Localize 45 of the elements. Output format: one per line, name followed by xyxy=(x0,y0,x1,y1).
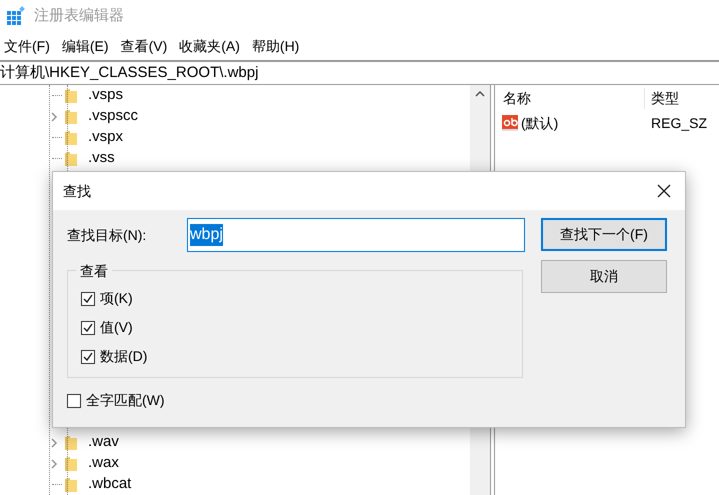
value-type: REG_SZ xyxy=(650,114,708,133)
dialog-button[interactable]: 取消 xyxy=(541,260,667,293)
column-header[interactable]: 名称 xyxy=(495,88,645,108)
menu-item[interactable]: 帮助(H) xyxy=(252,36,300,56)
find-target-field[interactable]: wbpj xyxy=(187,218,525,252)
option-label[interactable]: 全字匹配(W) xyxy=(86,390,165,411)
option-label[interactable]: 数据(D) xyxy=(100,346,148,367)
folder-icon xyxy=(64,108,78,124)
folder-icon xyxy=(64,88,78,104)
tree-item[interactable]: .vss xyxy=(88,147,115,170)
checkbox[interactable] xyxy=(81,320,95,334)
option-label[interactable]: 项(K) xyxy=(100,288,133,309)
menu-item[interactable]: 编辑(E) xyxy=(62,36,109,56)
tree-item[interactable]: .vsps xyxy=(88,84,124,107)
menu-item[interactable]: 查看(V) xyxy=(120,36,168,56)
field-label: 查找目标(N): xyxy=(67,226,148,245)
registry-editor-icon xyxy=(6,6,26,26)
checkbox[interactable] xyxy=(67,394,81,408)
folder-icon xyxy=(64,130,78,146)
menu-item[interactable]: 文件(F) xyxy=(4,36,50,56)
chevron-right-icon[interactable] xyxy=(50,458,58,468)
chevron-right-icon[interactable] xyxy=(50,438,58,448)
address-bar[interactable]: 计算机\HKEY_CLASSES_ROOT\.wbpj xyxy=(0,62,258,84)
menu-item[interactable]: 收藏夹(A) xyxy=(179,36,240,56)
close-icon[interactable] xyxy=(657,184,671,198)
tree-item[interactable]: .wbcat xyxy=(88,473,132,495)
option-label[interactable]: 值(V) xyxy=(100,317,133,338)
string-value-icon xyxy=(501,114,519,132)
folder-icon xyxy=(64,150,78,166)
folder-icon xyxy=(64,434,78,450)
tree-item[interactable]: .vspscc xyxy=(88,105,138,128)
folder-icon xyxy=(64,456,78,472)
tree-item[interactable]: .vspx xyxy=(88,126,124,149)
column-header[interactable]: 类型 xyxy=(645,88,679,108)
tree-item[interactable]: .wax xyxy=(88,452,119,475)
dialog-button[interactable]: 查找下一个(F) xyxy=(541,218,667,251)
dialog-title: 查找 xyxy=(63,182,91,200)
scroll-up-icon[interactable] xyxy=(475,91,485,97)
window-title: 注册表编辑器 xyxy=(34,6,124,26)
checkbox[interactable] xyxy=(81,292,95,306)
checkbox[interactable] xyxy=(81,350,95,364)
value-name: (默认) xyxy=(521,114,558,133)
tree-item[interactable]: .wav xyxy=(88,431,119,454)
folder-icon xyxy=(64,476,78,492)
chevron-right-icon[interactable] xyxy=(50,112,58,122)
